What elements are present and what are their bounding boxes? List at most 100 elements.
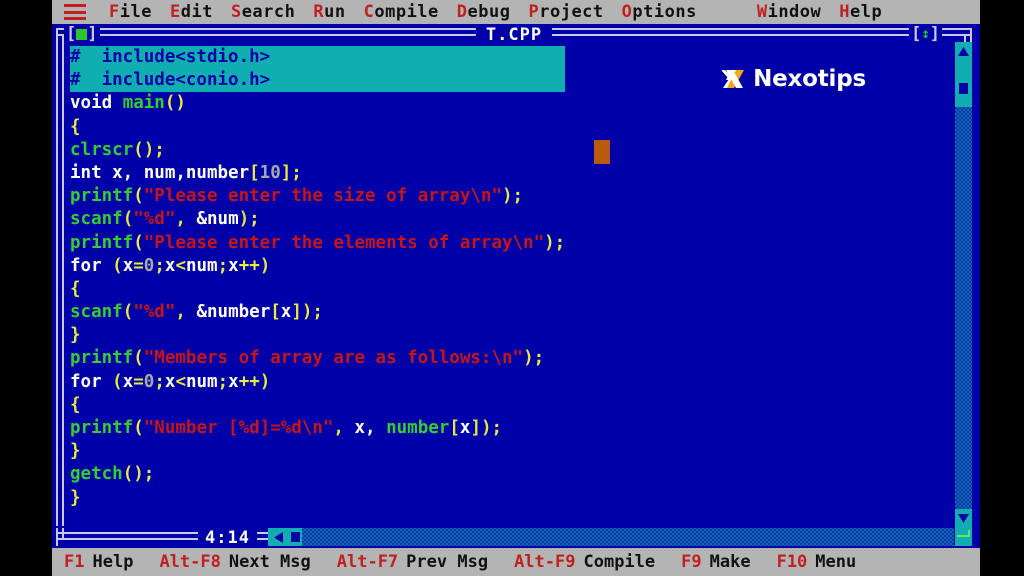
menu-hotkey: O xyxy=(621,2,633,22)
code-line[interactable]: for (x=0;x<num;x++) xyxy=(70,255,565,278)
menu-item-file[interactable]: File xyxy=(100,2,161,22)
menu-item-label: indow xyxy=(767,2,822,22)
status-key: F10 xyxy=(776,552,808,572)
horizontal-scrollbar[interactable] xyxy=(268,528,954,546)
code-token: 0 xyxy=(143,371,155,392)
code-token: x xyxy=(228,255,239,276)
code-line[interactable]: { xyxy=(70,394,565,417)
menu-hotkey: E xyxy=(169,2,181,22)
code-line[interactable]: printf("Please enter the elements of arr… xyxy=(70,232,565,255)
code-token: ; xyxy=(154,371,165,392)
code-line[interactable]: } xyxy=(70,440,565,463)
code-line[interactable]: # include<conio.h> xyxy=(70,69,566,93)
code-token: ( xyxy=(133,348,144,369)
status-item-next-msg[interactable]: Alt-F8 Next Msg xyxy=(159,552,310,572)
code-token: x xyxy=(122,371,134,392)
code-token: clrscr xyxy=(70,139,134,160)
code-token: x xyxy=(122,255,134,276)
code-line[interactable]: { xyxy=(70,116,565,139)
scroll-left-arrow-icon[interactable] xyxy=(268,528,288,546)
code-token: x xyxy=(164,255,176,276)
status-item-compile[interactable]: Alt-F9 Compile xyxy=(514,552,655,572)
hamburger-icon[interactable] xyxy=(64,4,86,20)
code-line[interactable]: clrscr(); xyxy=(70,139,565,162)
code-token: ); xyxy=(523,348,545,369)
status-bar: F1 Help Alt-F8 Next Msg Alt-F7 Prev Msg Alt-F9… xyxy=(52,548,980,576)
code-token: printf xyxy=(70,232,134,253)
window-close-box[interactable]: [] xyxy=(64,24,100,44)
status-item-help[interactable]: F1 Help xyxy=(64,552,133,572)
menu-hotkey: R xyxy=(313,2,325,22)
menu-item-window[interactable]: Window xyxy=(748,2,830,22)
code-token: scanf xyxy=(70,302,123,323)
menu-item-label: earch xyxy=(241,2,296,22)
menu-item-run[interactable]: Run xyxy=(304,2,354,22)
window-resize-corner[interactable] xyxy=(955,528,972,546)
window-title-bar[interactable]: [] T.CPP [↕] xyxy=(56,24,972,46)
code-token: ]); xyxy=(470,418,503,438)
menu-hotkey: S xyxy=(230,2,242,22)
code-line[interactable]: for (x=0;x<num;x++) xyxy=(70,371,565,394)
code-token: , xyxy=(175,302,186,323)
vertical-scrollbar-thumb[interactable] xyxy=(955,61,972,107)
code-line[interactable]: int x, num,number[10]; xyxy=(70,162,565,185)
code-token: printf xyxy=(70,418,134,438)
code-token: &num xyxy=(185,209,239,230)
code-line[interactable]: void main() xyxy=(70,92,565,115)
code-token: # include<stdio.h> xyxy=(70,47,271,67)
code-token: (); xyxy=(133,139,165,160)
status-item-menu[interactable]: F10 Menu xyxy=(777,552,857,572)
menu-item-edit[interactable]: Edit xyxy=(161,2,222,22)
zoom-arrows-icon: ↕ xyxy=(921,26,930,42)
turbo-cpp-ide: File Edit Search Run Compile Debug Project Opti… xyxy=(52,0,980,576)
menu-item-search[interactable]: Search xyxy=(222,2,304,22)
code-line[interactable]: getch(); xyxy=(70,463,565,486)
menu-item-project[interactable]: Project xyxy=(519,2,612,22)
status-label: Next Msg xyxy=(228,552,311,572)
code-token: = xyxy=(133,371,144,392)
code-token: "Please enter the size of array\n" xyxy=(143,186,502,207)
code-line[interactable]: { xyxy=(70,278,565,301)
window-title: T.CPP xyxy=(475,25,553,45)
code-token: "Members of array are as follows:\n" xyxy=(143,348,524,369)
menu-item-label: ebug xyxy=(467,2,511,22)
code-editor-viewport[interactable]: # include<stdio.h> # include<conio.h> void… xyxy=(64,44,950,526)
status-item-make[interactable]: F9 Make xyxy=(681,552,750,572)
code-token: # include<conio.h> xyxy=(70,70,271,91)
code-token: main xyxy=(122,93,165,114)
status-item-prev-msg[interactable]: Alt-F7 Prev Msg xyxy=(337,552,488,572)
watermark-text: Nexotips xyxy=(753,66,866,92)
code-line[interactable]: scanf("%d", &num); xyxy=(70,208,565,231)
vertical-scrollbar[interactable] xyxy=(955,42,972,528)
editor-window: [] T.CPP [↕] # include<stdio.h> # include… xyxy=(56,24,972,548)
code-token: for xyxy=(70,255,102,276)
code-line[interactable]: printf("Number [%d]=%d\n", x, number[x])… xyxy=(70,417,565,440)
status-key: Alt-F7 xyxy=(336,552,399,572)
code-token: ( xyxy=(133,232,144,253)
menu-item-compile[interactable]: Compile xyxy=(355,2,448,22)
code-token: { xyxy=(70,278,81,299)
status-key: F1 xyxy=(64,552,85,572)
status-key: Alt-F8 xyxy=(159,552,221,572)
code-line[interactable]: } xyxy=(70,487,565,510)
menu-item-label: elp xyxy=(850,2,883,22)
code-line[interactable]: printf("Members of array are as follows:… xyxy=(70,347,565,370)
code-line[interactable]: # include<stdio.h> xyxy=(70,46,566,70)
code-token: num xyxy=(185,255,218,276)
menu-item-debug[interactable]: Debug xyxy=(448,2,520,22)
code-line[interactable]: scanf("%d", &number[x]); xyxy=(70,301,565,324)
horizontal-scrollbar-thumb[interactable] xyxy=(288,528,302,546)
code-token: { xyxy=(70,394,81,415)
code-token: 10 xyxy=(259,162,281,183)
menu-item-help[interactable]: Help xyxy=(830,2,891,22)
code-line[interactable]: printf("Please enter the size of array\n… xyxy=(70,185,565,208)
code-line[interactable]: } xyxy=(70,324,565,347)
cursor-position-indicator: 4:14 xyxy=(198,528,257,548)
scroll-up-arrow-icon[interactable] xyxy=(955,42,972,61)
code-token: ; xyxy=(154,255,165,276)
source-code[interactable]: # include<stdio.h> # include<conio.h> void… xyxy=(70,46,566,510)
code-token: = xyxy=(133,255,144,276)
window-zoom-box[interactable]: [↕] xyxy=(909,24,942,44)
menu-item-options[interactable]: Options xyxy=(613,2,706,22)
